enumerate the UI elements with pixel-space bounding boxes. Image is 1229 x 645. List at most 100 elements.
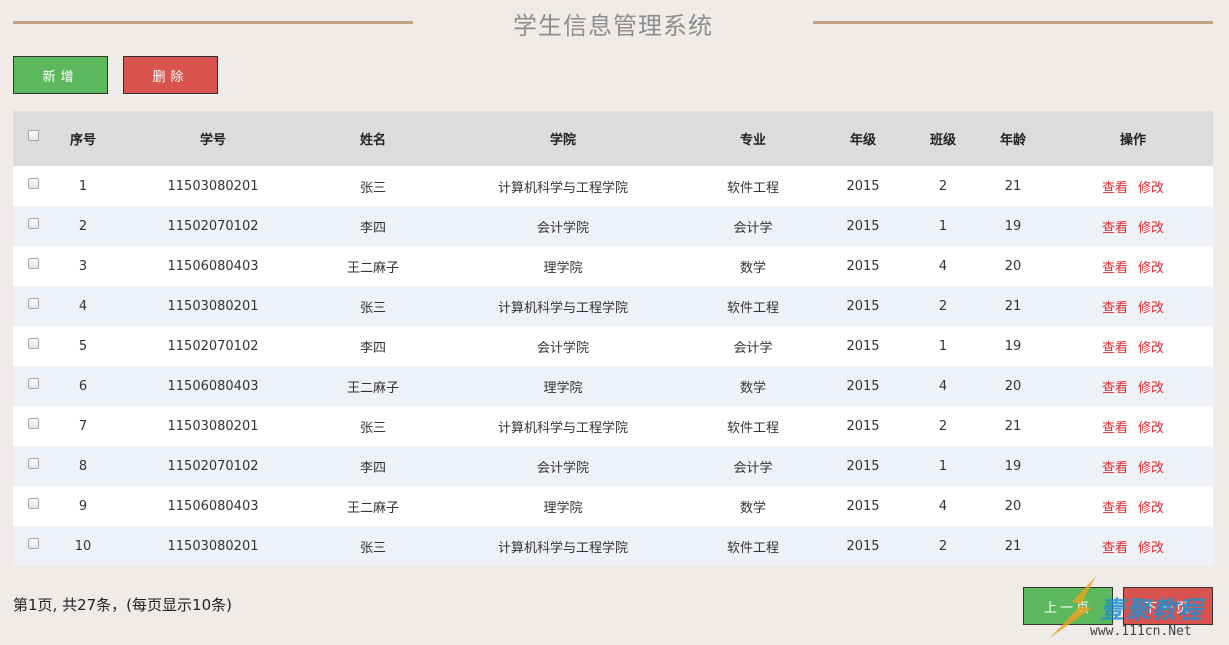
grade-cell: 2015 [813,486,913,526]
row-checkbox[interactable] [27,538,39,549]
row-number-cell: 5 [53,326,113,366]
age-cell: 21 [973,286,1053,326]
row-select-cell [13,446,53,486]
row-checkbox[interactable] [27,378,39,389]
row-number-cell: 2 [53,206,113,246]
edit-link[interactable]: 修改 [1138,381,1164,396]
row-checkbox[interactable] [27,498,39,509]
column-header-major: 专业 [693,111,813,166]
student-name-cell: 张三 [313,286,433,326]
class-cell: 1 [913,326,973,366]
row-checkbox[interactable] [27,218,39,229]
row-checkbox[interactable] [27,298,39,309]
edit-link[interactable]: 修改 [1138,261,1164,276]
row-checkbox[interactable] [27,178,39,189]
major-cell: 会计学 [693,326,813,366]
row-actions-cell: 查看 修改 [1053,526,1213,566]
student-id-cell: 11503080201 [113,406,313,446]
student-name-cell: 李四 [313,326,433,366]
grade-cell: 2015 [813,526,913,566]
class-cell: 2 [913,286,973,326]
view-link[interactable]: 查看 [1102,461,1128,476]
next-page-button[interactable]: 下一页 [1123,587,1213,625]
class-cell: 2 [913,526,973,566]
class-cell: 2 [913,406,973,446]
row-actions-cell: 查看 修改 [1053,406,1213,446]
edit-link[interactable]: 修改 [1138,421,1164,436]
view-link[interactable]: 查看 [1102,421,1128,436]
column-header-grade: 年级 [813,111,913,166]
major-cell: 软件工程 [693,406,813,446]
edit-link[interactable]: 修改 [1138,301,1164,316]
college-cell: 计算机科学与工程学院 [433,286,693,326]
student-id-cell: 11502070102 [113,206,313,246]
edit-link[interactable]: 修改 [1138,541,1164,556]
row-select-cell [13,406,53,446]
view-link[interactable]: 查看 [1102,261,1128,276]
college-cell: 计算机科学与工程学院 [433,406,693,446]
pagination-info: 第1页, 共27条，(每页显示10条) [13,596,232,614]
select-all-checkbox[interactable] [27,130,39,141]
major-cell: 会计学 [693,446,813,486]
student-name-cell: 张三 [313,406,433,446]
table-row: 7 11503080201 张三 计算机科学与工程学院 软件工程 2015 2 21 查看 修改 [13,406,1213,446]
college-cell: 计算机科学与工程学院 [433,526,693,566]
row-select-cell [13,246,53,286]
row-actions-cell: 查看 修改 [1053,206,1213,246]
prev-page-button[interactable]: 上一页 [1023,587,1113,625]
delete-button[interactable]: 删除 [123,56,218,94]
row-select-cell [13,486,53,526]
row-checkbox[interactable] [27,458,39,469]
row-actions-cell: 查看 修改 [1053,286,1213,326]
table-row: 3 11506080403 王二麻子 理学院 数学 2015 4 20 查看 修改 [13,246,1213,286]
column-header-student-id: 学号 [113,111,313,166]
view-link[interactable]: 查看 [1102,381,1128,396]
row-number-cell: 9 [53,486,113,526]
college-cell: 会计学院 [433,206,693,246]
edit-link[interactable]: 修改 [1138,461,1164,476]
grade-cell: 2015 [813,406,913,446]
student-table: 序号 学号 姓名 学院 专业 年级 班级 年龄 操作 1 11503080201 张… [13,111,1213,566]
age-cell: 19 [973,206,1053,246]
college-cell: 计算机科学与工程学院 [433,166,693,206]
view-link[interactable]: 查看 [1102,541,1128,556]
view-link[interactable]: 查看 [1102,301,1128,316]
major-cell: 数学 [693,246,813,286]
edit-link[interactable]: 修改 [1138,341,1164,356]
major-cell: 软件工程 [693,286,813,326]
grade-cell: 2015 [813,206,913,246]
row-number-cell: 4 [53,286,113,326]
grade-cell: 2015 [813,246,913,286]
column-header-name: 姓名 [313,111,433,166]
college-cell: 理学院 [433,246,693,286]
table-row: 9 11506080403 王二麻子 理学院 数学 2015 4 20 查看 修改 [13,486,1213,526]
add-button[interactable]: 新增 [13,56,108,94]
view-link[interactable]: 查看 [1102,501,1128,516]
table-row: 5 11502070102 李四 会计学院 会计学 2015 1 19 查看 修改 [13,326,1213,366]
select-all-cell [13,111,53,166]
student-id-cell: 11502070102 [113,446,313,486]
college-cell: 理学院 [433,486,693,526]
row-checkbox[interactable] [27,418,39,429]
class-cell: 2 [913,166,973,206]
class-cell: 1 [913,446,973,486]
row-select-cell [13,326,53,366]
view-link[interactable]: 查看 [1102,221,1128,236]
table-row: 6 11506080403 王二麻子 理学院 数学 2015 4 20 查看 修改 [13,366,1213,406]
edit-link[interactable]: 修改 [1138,501,1164,516]
table-row: 4 11503080201 张三 计算机科学与工程学院 软件工程 2015 2 21 查看 修改 [13,286,1213,326]
view-link[interactable]: 查看 [1102,341,1128,356]
row-actions-cell: 查看 修改 [1053,246,1213,286]
row-actions-cell: 查看 修改 [1053,166,1213,206]
row-checkbox[interactable] [27,258,39,269]
college-cell: 会计学院 [433,446,693,486]
table-row: 10 11503080201 张三 计算机科学与工程学院 软件工程 2015 2 21 查看 修改 [13,526,1213,566]
edit-link[interactable]: 修改 [1138,221,1164,236]
student-name-cell: 王二麻子 [313,246,433,286]
row-checkbox[interactable] [27,338,39,349]
page-title: 学生信息管理系统 [513,12,713,40]
edit-link[interactable]: 修改 [1138,181,1164,196]
view-link[interactable]: 查看 [1102,181,1128,196]
student-name-cell: 张三 [313,526,433,566]
column-header-age: 年龄 [973,111,1053,166]
